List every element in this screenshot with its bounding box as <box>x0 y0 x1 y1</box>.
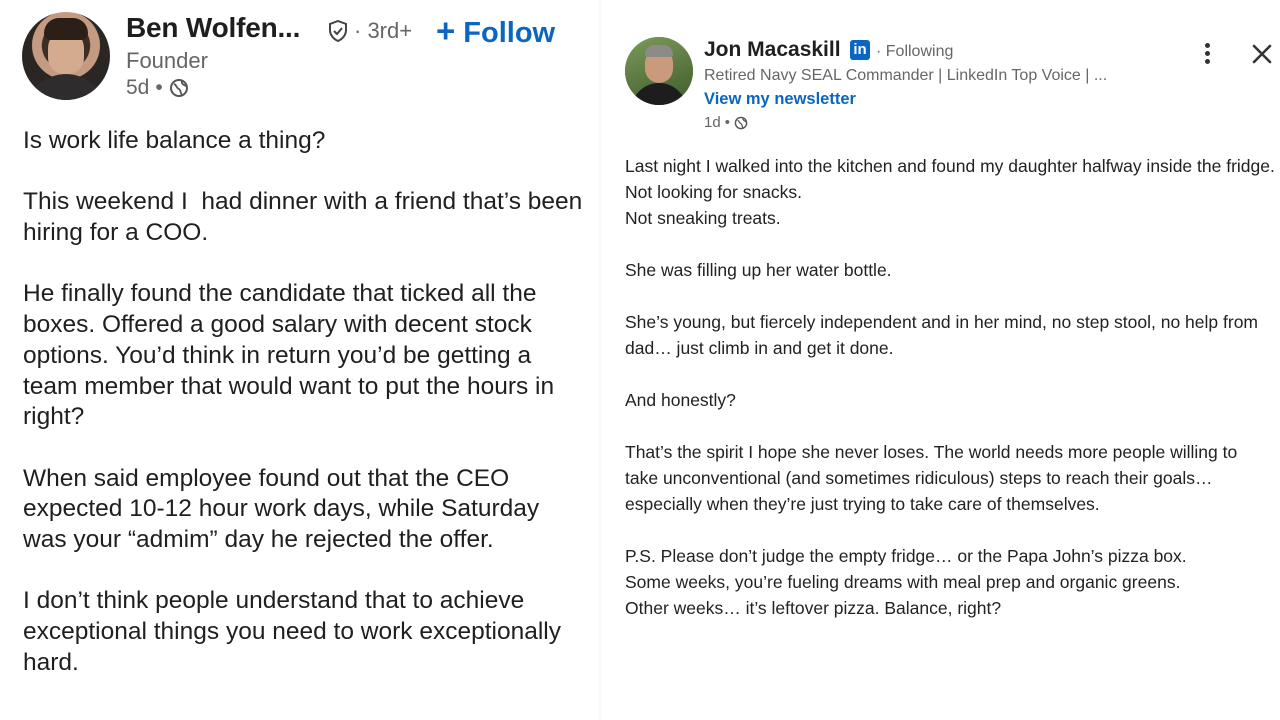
following-status: · Following <box>876 43 954 60</box>
post-paragraph: When said employee found out that the CE… <box>23 464 546 554</box>
post-meta: 1d • <box>704 114 748 131</box>
author-name[interactable]: Ben Wolfen... <box>126 12 300 44</box>
divider <box>598 0 602 720</box>
post-line: That’s the spirit I hope she never loses… <box>625 442 1238 514</box>
post-line: And honestly? <box>625 390 736 410</box>
linkedin-badge-icon: in <box>850 40 870 60</box>
globe-icon <box>734 116 748 129</box>
timestamp: 1d <box>704 114 721 131</box>
connection-degree: · 3rd+ <box>354 18 413 43</box>
avatar[interactable] <box>22 12 110 100</box>
newsletter-link[interactable]: View my newsletter <box>704 90 856 109</box>
post-paragraph: She’s young, but fiercely independent an… <box>625 309 1275 361</box>
post-line: Some weeks, you’re fueling dreams with m… <box>625 572 1181 592</box>
post-line: P.S. Please don’t judge the empty fridge… <box>625 546 1187 566</box>
avatar[interactable] <box>625 37 693 105</box>
post-line: Last night I walked into the kitchen and… <box>625 156 1275 176</box>
follow-button[interactable]: + Follow <box>436 12 555 50</box>
meta-separator: • <box>155 76 163 99</box>
post-line: Other weeks… it’s leftover pizza. Balanc… <box>625 598 1002 618</box>
more-vertical-icon[interactable] <box>1197 40 1217 68</box>
post-paragraph: Is work life balance a thing? <box>23 127 326 154</box>
close-icon[interactable] <box>1250 40 1274 68</box>
post-paragraph: This weekend I had dinner with a friend … <box>23 188 590 247</box>
post-paragraph: That’s the spirit I hope she never loses… <box>625 439 1275 517</box>
post-paragraph: Last night I walked into the kitchen and… <box>625 153 1275 231</box>
author-headline: Founder <box>126 48 208 73</box>
post-line: Not sneaking treats. <box>625 208 781 228</box>
plus-icon: + <box>436 12 456 49</box>
follow-label: Follow <box>463 17 556 49</box>
post-body: Is work life balance a thing? This weeke… <box>23 126 583 709</box>
post-paragraph: She was filling up her water bottle. <box>625 257 1275 283</box>
post-body: Last night I walked into the kitchen and… <box>625 153 1275 647</box>
right-post: Jon Macaskill in · Following Retired Nav… <box>606 0 1280 720</box>
post-line: She’s young, but fiercely independent an… <box>625 312 1258 358</box>
meta-separator: • <box>724 114 730 131</box>
author-headline: Retired Navy SEAL Commander | LinkedIn T… <box>704 67 1108 84</box>
post-paragraph: I don’t think people understand that to … <box>23 587 568 676</box>
shield-check-icon <box>329 20 347 42</box>
left-post: Ben Wolfen... · 3rd+ + Follow Founder 5d … <box>0 0 595 720</box>
post-paragraph: P.S. Please don’t judge the empty fridge… <box>625 543 1275 621</box>
post-meta: 5d • <box>126 76 189 100</box>
post-paragraph: He finally found the candidate that tick… <box>23 280 561 431</box>
post-line: Not looking for snacks. <box>625 182 803 202</box>
author-name[interactable]: Jon Macaskill <box>704 38 841 62</box>
globe-icon <box>169 79 188 97</box>
post-paragraph: And honestly? <box>625 387 1275 413</box>
post-line: She was filling up her water bottle. <box>625 260 892 280</box>
timestamp: 5d <box>126 76 150 99</box>
